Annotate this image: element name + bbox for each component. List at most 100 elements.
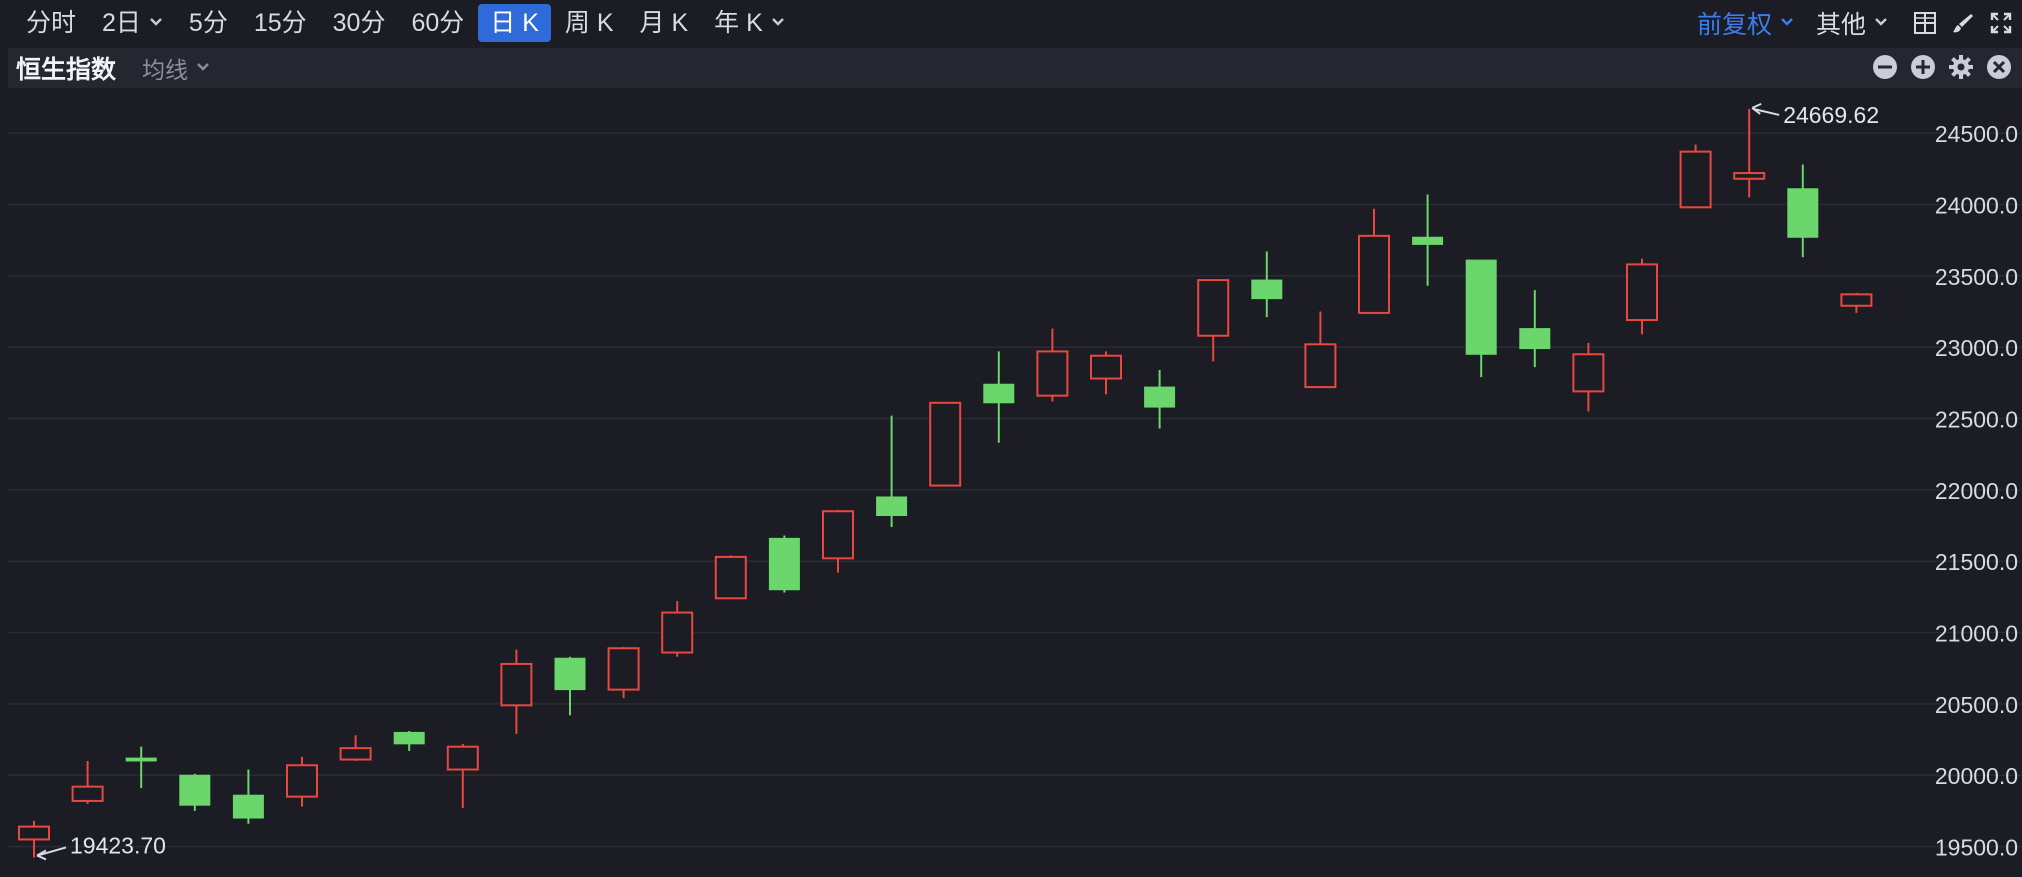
tab-period-week-k[interactable]: 周 K	[553, 4, 626, 42]
candle-body	[876, 496, 908, 517]
chevron-down-icon	[149, 8, 163, 38]
candle	[1304, 311, 1337, 389]
brush-icon[interactable]	[1946, 6, 1980, 40]
candle-body	[232, 794, 264, 819]
tab-period-5min[interactable]: 5分	[177, 4, 240, 42]
tab-period-day-k[interactable]: 日 K	[478, 4, 551, 42]
y-tick-label: 23000.0	[1935, 335, 2018, 361]
candle	[1572, 342, 1605, 412]
chevron-down-icon	[1874, 14, 1888, 32]
candle-body	[822, 510, 854, 560]
price-adjust-dropdown[interactable]: 前复权	[1697, 5, 1794, 41]
candle-body	[1144, 386, 1176, 408]
candle-body	[768, 537, 800, 591]
candle-body	[661, 611, 694, 654]
candle	[1679, 144, 1712, 209]
candle-body	[1626, 263, 1658, 322]
candle-body	[1358, 234, 1390, 314]
zoom-out-icon[interactable]	[1870, 52, 1900, 82]
other-dropdown[interactable]: 其他	[1816, 5, 1888, 41]
layout-grid-icon[interactable]	[1908, 6, 1942, 40]
candle-body	[1090, 354, 1122, 380]
candle-body	[929, 401, 962, 487]
chevron-down-icon	[1780, 14, 1794, 32]
candle	[179, 773, 211, 811]
candle	[1840, 292, 1873, 313]
y-tick-label: 24500.0	[1935, 121, 2018, 147]
candle-body	[446, 745, 479, 771]
tab-label: 30分	[332, 9, 386, 37]
y-tick-label: 21500.0	[1935, 549, 2018, 575]
candle-body	[1519, 328, 1551, 350]
y-tick-label: 23500.0	[1935, 264, 2018, 290]
chart-canvas: 19500.0 20000.0 20500.0 21000.0 21500.0 22000…	[8, 102, 2022, 861]
moving-average-label: 均线	[142, 57, 189, 83]
candle-body	[554, 657, 586, 691]
tab-label: 2日	[102, 9, 141, 37]
candle	[768, 535, 800, 593]
candle-body	[1465, 259, 1497, 355]
y-tick-label: 22500.0	[1935, 406, 2018, 432]
tab-label: 月 K	[639, 9, 689, 37]
toolbar-right: 前复权 其他	[1697, 0, 2022, 46]
y-tick-label: 22000.0	[1935, 478, 2018, 504]
candle	[286, 756, 318, 807]
candle-body	[179, 774, 211, 806]
candle-body	[1251, 279, 1283, 300]
tab-label: 5分	[188, 9, 228, 37]
tab-label: 60分	[411, 9, 465, 37]
candle	[661, 601, 694, 657]
tab-period-year-k[interactable]: 年 K	[702, 4, 797, 42]
gear-icon[interactable]	[1946, 52, 1976, 82]
candle	[1358, 208, 1390, 314]
candle-body	[1840, 293, 1873, 307]
candle-body	[1787, 188, 1819, 238]
tab-period-15min[interactable]: 15分	[242, 4, 319, 42]
candle-body	[125, 757, 157, 762]
period-tabs: 分时 2日 5分 15分 30分 60分 日 K 周 K 月 K 年 K	[14, 4, 799, 42]
candle-body	[339, 747, 372, 761]
tab-period-1min[interactable]: 分时	[14, 4, 88, 42]
candle	[393, 731, 425, 751]
candle-body	[500, 662, 533, 707]
tab-label: 年 K	[714, 9, 763, 37]
tab-label: 分时	[26, 9, 77, 37]
candle-body	[983, 383, 1015, 404]
candle-body	[1304, 343, 1337, 389]
y-tick-label: 24000.0	[1935, 192, 2018, 218]
tab-period-2day[interactable]: 2日	[90, 4, 175, 42]
candle	[554, 656, 586, 716]
candle-body	[1572, 353, 1605, 393]
tab-period-60min[interactable]: 60分	[399, 4, 476, 42]
tab-period-month-k[interactable]: 月 K	[628, 4, 701, 42]
candle	[339, 735, 372, 761]
tab-label: 日 K	[490, 9, 539, 37]
max-price-label: 24669.62	[1783, 102, 1879, 128]
candle-body	[714, 555, 747, 600]
chart-panel-header: 恒生指数 均线	[8, 48, 2022, 88]
candle	[983, 351, 1015, 443]
candle	[232, 769, 264, 824]
candle	[1251, 251, 1283, 318]
tab-period-30min[interactable]: 30分	[321, 4, 398, 42]
candles	[18, 108, 1873, 858]
y-tick-label: 20500.0	[1935, 692, 2018, 718]
moving-average-dropdown[interactable]: 均线	[142, 51, 210, 85]
candle	[929, 401, 962, 487]
candle	[1733, 108, 1766, 198]
candlestick-chart[interactable]: 19500.0 20000.0 20500.0 21000.0 21500.0 22000…	[8, 88, 2022, 872]
candle	[1090, 351, 1122, 395]
candle-body	[607, 647, 640, 691]
candle	[500, 649, 533, 734]
period-toolbar: 分时 2日 5分 15分 30分 60分 日 K 周 K 月 K 年 K 前复权…	[0, 0, 2022, 46]
tab-label: 周 K	[564, 9, 614, 37]
candle-body	[1412, 236, 1444, 245]
zoom-in-icon[interactable]	[1908, 52, 1938, 82]
chevron-down-icon	[196, 59, 210, 77]
candle	[1144, 369, 1176, 429]
candle-body	[1733, 172, 1766, 180]
fullscreen-icon[interactable]	[1984, 6, 2018, 40]
candle-body	[1036, 350, 1069, 397]
y-axis: 19500.0 20000.0 20500.0 21000.0 21500.0 22000…	[1935, 121, 2018, 860]
close-icon[interactable]	[1984, 52, 2014, 82]
